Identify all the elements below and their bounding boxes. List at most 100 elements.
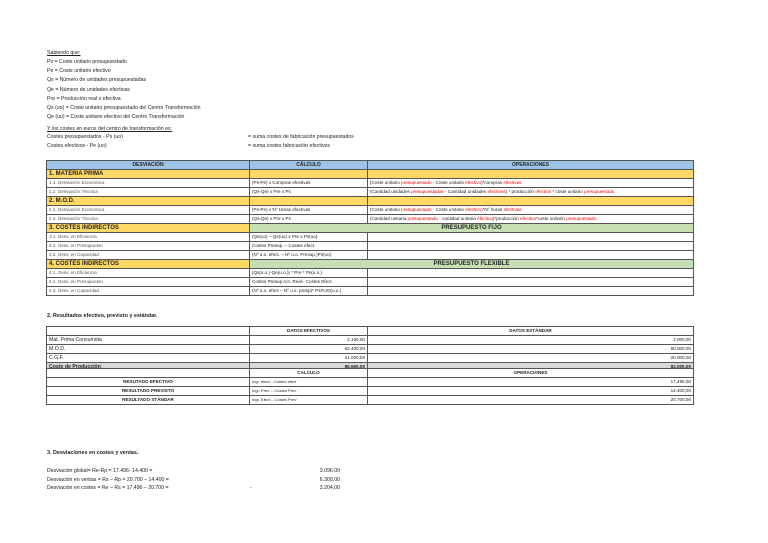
operation-segment: presupuestado: [566, 216, 597, 221]
table-header: CALCULO OPERACIONES: [46, 368, 694, 378]
result-label: RESUTADO EFECTIVO: [46, 377, 250, 387]
operations: (Coste unitario presupuestado - Coste un…: [367, 205, 694, 215]
deviation-name: 1.1. Desviación Económica: [46, 178, 250, 188]
row-label: C.G.F.: [46, 353, 250, 363]
standard-value: 2.000,00: [367, 335, 694, 345]
results-calc-table: CALCULO OPERACIONES RESUTADO EFECTIVO Ingr.…: [46, 368, 694, 405]
definition-line: Qe (uo) = Coste unitario efectivo del Ce…: [47, 114, 185, 121]
effective-value: 2.160,00: [249, 335, 368, 345]
section-row: 1. MATERIA PRIMA: [46, 169, 694, 179]
column-header: [46, 368, 250, 378]
operations: (Cantidad unitaria presupuestado - canti…: [367, 214, 694, 224]
operation-segment: efectivas: [503, 180, 522, 185]
operation-segment: efectiva: [519, 216, 536, 221]
cost-label: Costes presupuestados - Ps (uo): [47, 134, 123, 140]
empty-cell: [367, 196, 694, 206]
operations: [367, 250, 694, 260]
operations: [367, 268, 694, 278]
definition-line: Pe = Coste unitario efectivo: [47, 68, 111, 75]
operation-segment: )*compras: [481, 180, 504, 185]
section-note: PRESUPUESTO FLEXIBLE: [249, 259, 694, 269]
cost-label: Costes efectivos - Pe (uo): [47, 142, 107, 149]
operation-segment: - Coste unitario: [431, 180, 466, 185]
cost-value: = suma costes de fabricación presupuesta…: [248, 134, 354, 140]
standard-value: 20.000,00: [367, 353, 694, 363]
section-row: 4. COSTES INDIRECTOS PRESUPUESTO FLEXIBLE: [46, 259, 694, 269]
row-label: M.O.D.: [46, 344, 250, 354]
operation-segment: efectivas: [503, 207, 522, 212]
deviation-name: 2.2. Desviación Técnica: [46, 214, 250, 224]
operations: (Cantidad unidades presupuestadas - Cant…: [367, 187, 694, 197]
section-row: 2. M.O.D.: [46, 196, 694, 206]
table-row: 1.1. Desviación Económica (Ps-Pe) x Compr…: [46, 178, 694, 188]
result-label: RESULTADO STÁNDAR: [46, 395, 250, 405]
deviation-name: 4.2. Desv. en Presupuesto: [46, 277, 250, 287]
operation-segment: efectivo: [465, 180, 482, 185]
definition-line: Ps = Coste unitario presupuestado: [47, 59, 127, 65]
deviation-name: 1.2. Desviación Técnica: [46, 187, 250, 197]
column-header: OPERACIONES: [367, 368, 694, 378]
column-header: DESVIACIÓN: [46, 160, 250, 170]
operation-segment: (Cantidad unitaria: [370, 216, 408, 221]
table-row: 2.1. Desviación Económica (Ps-Pe) x Nº Ho…: [46, 205, 694, 215]
empty-cell: [367, 169, 694, 179]
operation-segment: presupuestado: [401, 180, 432, 185]
stray-mark: -: [250, 485, 252, 491]
result-calc: Ingr. Efect – Costes Prev': [249, 395, 368, 405]
definition-line: Qs = Número de unidades presupuestadas: [47, 77, 147, 84]
section-note: PRESUPUESTO FIJO: [249, 223, 694, 233]
column-header: [46, 326, 250, 336]
section3-title: 3. Desviaciones en costes y ventas.: [47, 450, 139, 456]
deviation-line: Desviación global= Re-Rp = 17.496- 14.40…: [47, 468, 153, 474]
deviation-name: 2.1. Desviación Económica: [46, 205, 250, 215]
column-header: CALCULO: [249, 368, 368, 378]
effective-value: 62.400,00: [249, 344, 368, 354]
operation-segment: efectiva: [477, 216, 493, 221]
deviation-name: 4.3. Desv. en Capacidad: [46, 286, 250, 296]
result-value: 20.700,00: [367, 395, 694, 405]
table-row: 3.3. Desv. en Capacidad (Nº u.o. efect. –…: [46, 250, 694, 260]
table-header: DESVIACIÓN CÁLCULO OPERACIONES: [46, 160, 694, 170]
section-row: 3. COSTES INDIRECTOS PRESUPUESTO FIJO: [46, 223, 694, 233]
result-calc: Ingr. Prev. – Costes Prev.: [249, 386, 368, 396]
deviation-value: 3.204,00: [319, 485, 340, 491]
empty-cell: [249, 169, 368, 179]
operations: [367, 277, 694, 287]
section-title: 1. MATERIA PRIMA: [46, 169, 250, 179]
operations: [367, 241, 694, 251]
result-value: 14.400,00: [367, 386, 694, 396]
operation-segment: ) * producción: [505, 189, 536, 194]
operation-segment: presupuestado: [584, 189, 615, 194]
operation-segment: *coste unitario: [535, 216, 567, 221]
column-header: DATOS EFECTIVOS: [249, 326, 368, 336]
effective-value: 21.000,00: [249, 353, 368, 363]
operations: [367, 286, 694, 296]
deviation-value: 6.300,00: [319, 476, 340, 483]
operation-segment: - cantidad unitaria: [437, 216, 478, 221]
table-row: 4.3. Desv. en Capacidad (Nº u.o. efect – …: [46, 286, 694, 296]
table-header: DATOS EFECTIVOS DATOS ESTÁNDAR: [46, 326, 694, 336]
calculation: (Nº u.o. efect – Nº u.o. presp)* PsFIJO(…: [249, 286, 368, 296]
column-header: OPERACIONES: [367, 160, 694, 170]
column-header: CÁLCULO: [249, 160, 368, 170]
operation-segment: - Cantidad unidades: [443, 189, 488, 194]
calculation: (Qs(uo) – Qe(uo) x Pre x Ps(uo): [249, 232, 368, 242]
row-label: Mat. Prima Consumida: [46, 335, 250, 345]
deviation-name: 3.3. Desv. en Capacidad: [46, 250, 250, 260]
deviation-table: DESVIACIÓN CÁLCULO OPERACIONES 1. MATERIA P…: [46, 160, 694, 296]
table-row: 4.1. Desv. en Eficiencia (Qs(u.o.)-Qe(u.o…: [46, 268, 694, 278]
operation-segment: (Cantidad unidades: [370, 189, 412, 194]
calculation: (Qs-Qe) x Pre x Ps: [249, 214, 368, 224]
operation-segment: presupuestadas: [411, 189, 444, 194]
operation-segment: presupuestado: [401, 207, 432, 212]
table-row: 4.2. Desv. en Presupuesto Costes Presup A…: [46, 277, 694, 287]
deviation-name: 4.1. Desv. en Eficiencia: [46, 268, 250, 278]
definition-line: Qs (uo) = Coste unitario presupuestado d…: [47, 105, 201, 111]
deviation-name: 3.2. Desv. en Presupuesto: [46, 241, 250, 251]
table-row: RESULTADO STÁNDAR Ingr. Efect – Costes Pr…: [46, 395, 694, 405]
operation-segment: efectivo: [465, 207, 482, 212]
calculation: Costes Presup. – Costes efect.: [249, 241, 368, 251]
section-title: 3. COSTES INDIRECTOS: [46, 223, 250, 233]
costs-title: Y los costes en euros del centro de tran…: [47, 126, 173, 132]
table-row: RESUTADO EFECTIVO Ingr. efect – Costes ef…: [46, 377, 694, 387]
